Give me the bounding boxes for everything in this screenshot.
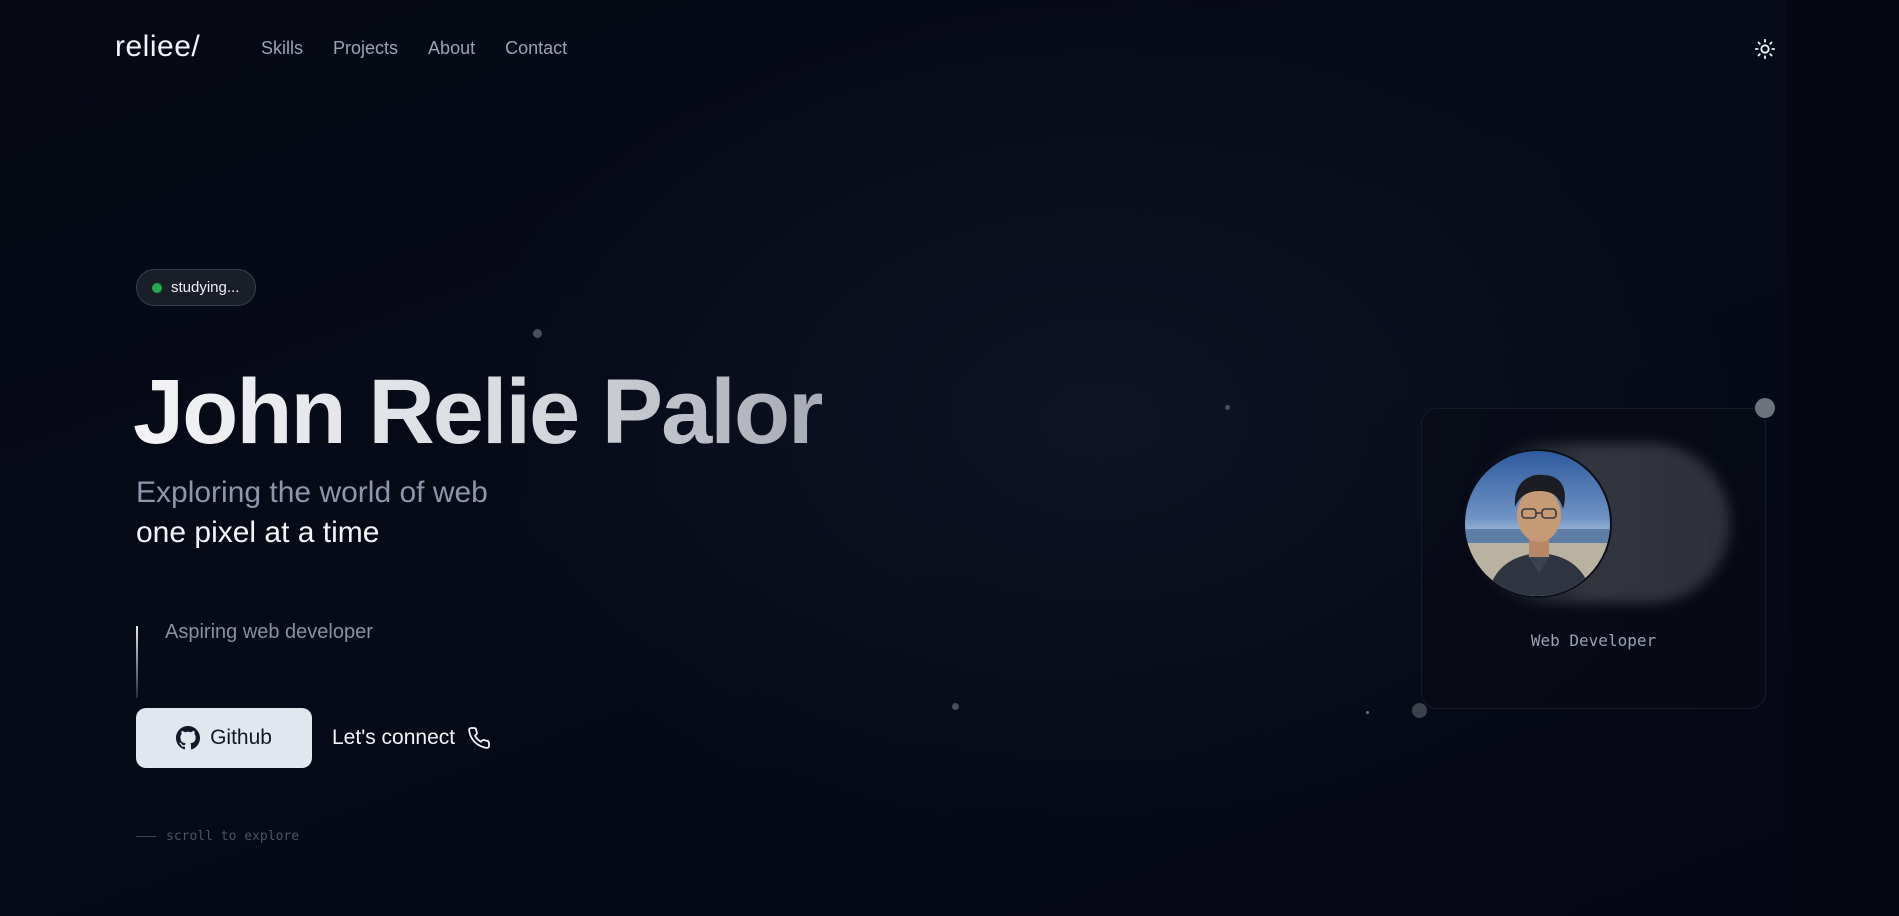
- profile-role: Web Developer: [1530, 631, 1657, 650]
- card-corner-node: [1755, 398, 1775, 418]
- sun-icon: [1754, 38, 1776, 60]
- lets-connect-label: Let's connect: [332, 726, 456, 749]
- nav-link-projects[interactable]: Projects: [333, 38, 398, 59]
- hero-tagline: Aspiring web developer: [165, 621, 373, 643]
- github-button-label: Github: [210, 726, 272, 749]
- particle-dot: [1225, 405, 1230, 410]
- avatar: [1463, 449, 1612, 598]
- particle-dot: [1366, 711, 1369, 714]
- hero-title: John Relie Palor: [133, 361, 824, 463]
- github-icon: [176, 726, 201, 750]
- card-corner-node: [1412, 703, 1427, 718]
- nav-link-contact[interactable]: Contact: [505, 38, 567, 59]
- status-label: studying...: [171, 279, 240, 296]
- scroll-hint-line: [136, 836, 156, 837]
- scroll-hint: scroll to explore: [136, 829, 299, 844]
- scroll-hint-text: scroll to explore: [166, 829, 300, 844]
- avatar-photo: [1465, 451, 1610, 596]
- particle-dot: [952, 703, 959, 710]
- github-button[interactable]: Github: [136, 708, 312, 768]
- lets-connect-link[interactable]: Let's connect: [332, 715, 491, 761]
- nav-link-skills[interactable]: Skills: [261, 38, 303, 59]
- hero-subtitle-line-2: one pixel at a time: [136, 516, 380, 549]
- right-edge-shade: [1786, 0, 1899, 916]
- status-badge: studying...: [136, 269, 257, 306]
- tagline-accent-bar: [136, 626, 138, 698]
- page: reliee/ Skills Projects About Contact st…: [0, 0, 1899, 916]
- status-dot: [152, 282, 162, 293]
- phone-icon: [468, 727, 490, 749]
- site-logo[interactable]: reliee/: [115, 30, 200, 64]
- theme-toggle-button[interactable]: [1752, 36, 1778, 62]
- top-navigation: reliee/ Skills Projects About Contact: [0, 0, 1899, 96]
- nav-links: Skills Projects About Contact: [261, 38, 567, 59]
- nav-link-about[interactable]: About: [428, 38, 475, 59]
- particle-dot: [533, 329, 542, 338]
- hero-subtitle-line-1: Exploring the world of web: [136, 476, 488, 509]
